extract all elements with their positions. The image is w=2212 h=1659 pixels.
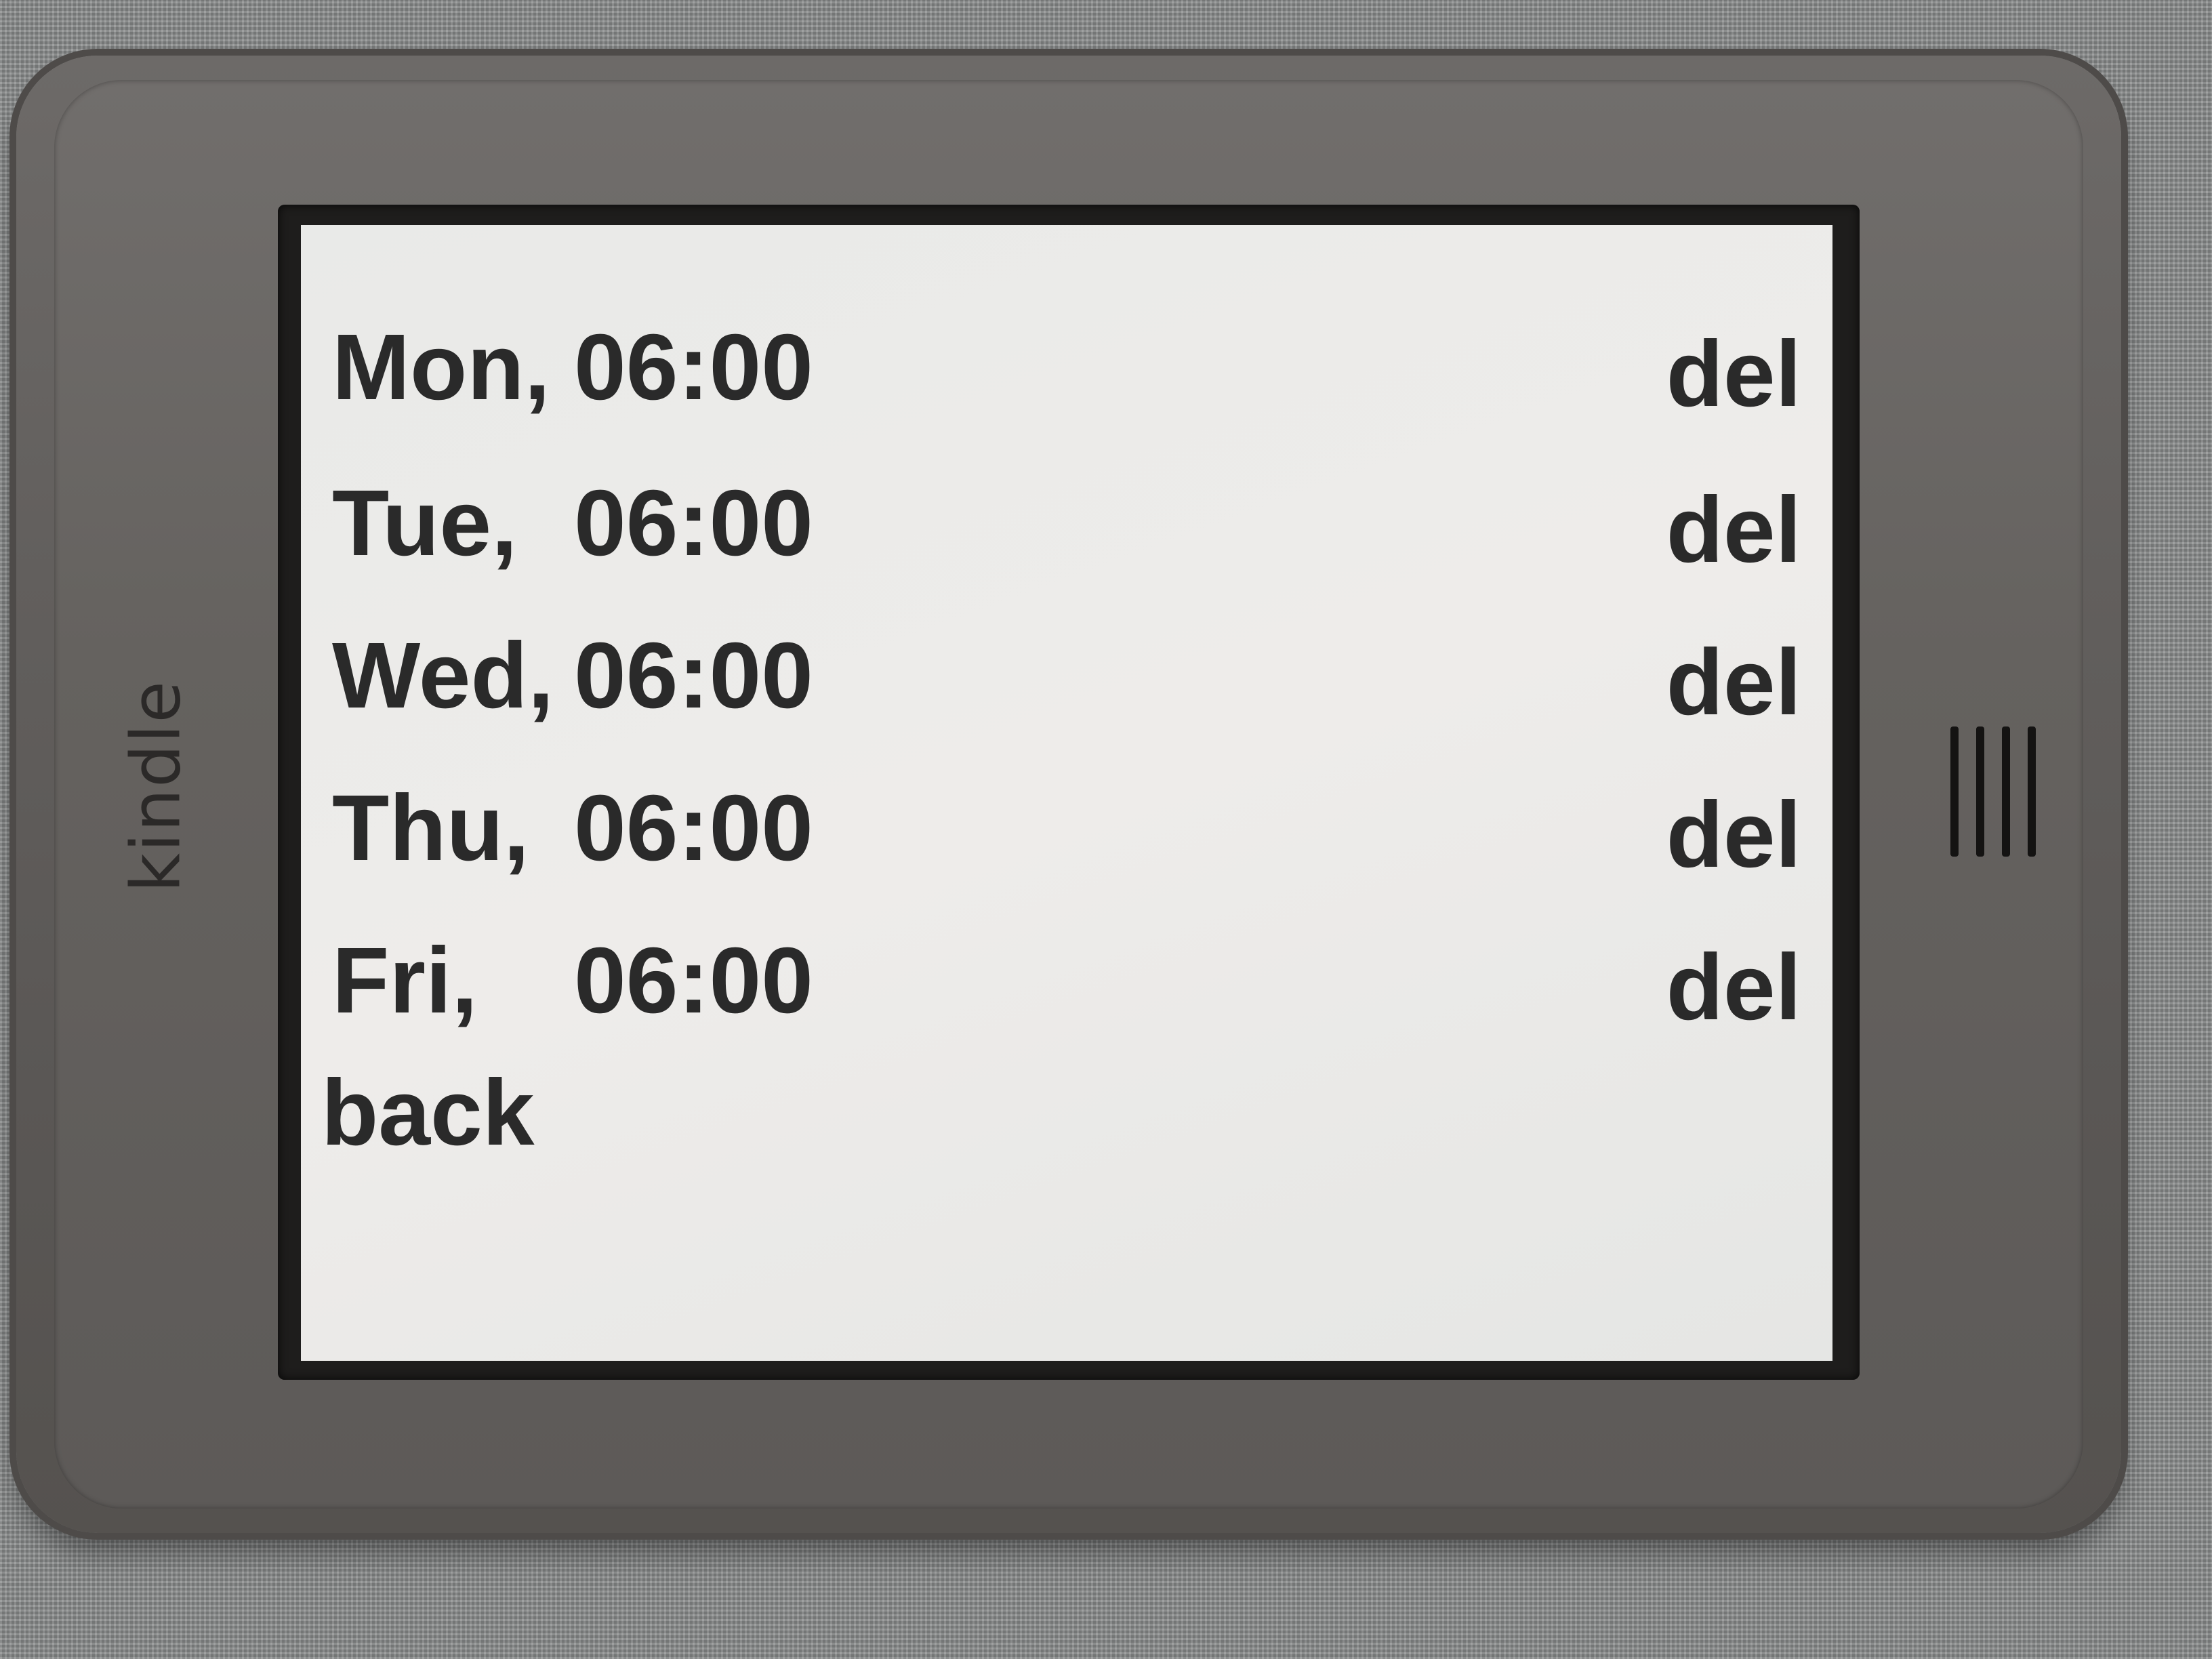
- home-button-line: [2002, 726, 2010, 857]
- alarm-row: Fri, 06:00 del: [301, 920, 1832, 1042]
- kindle-logo: kindle: [116, 680, 196, 893]
- alarm-day: Mon,: [332, 315, 550, 419]
- alarm-time: 06:00: [574, 928, 813, 1033]
- delete-alarm-button[interactable]: del: [1666, 774, 1801, 896]
- alarm-day: Tue,: [332, 471, 518, 575]
- alarm-time: 06:00: [574, 623, 813, 728]
- alarm-row: Mon, 06:00 del: [301, 306, 1832, 428]
- delete-alarm-button[interactable]: del: [1666, 313, 1801, 435]
- delete-alarm-button[interactable]: del: [1666, 926, 1801, 1048]
- home-button-line: [1950, 726, 1959, 857]
- alarm-time: 06:00: [574, 471, 813, 575]
- eink-screen: Mon, 06:00 del Tue, 06:00 del Wed, 06:00…: [301, 225, 1832, 1361]
- delete-alarm-button[interactable]: del: [1666, 621, 1801, 743]
- home-button[interactable]: [1950, 726, 2039, 857]
- alarm-time: 06:00: [574, 315, 813, 419]
- back-button[interactable]: back: [321, 1052, 535, 1174]
- alarm-day: Wed,: [332, 623, 554, 728]
- alarm-time: 06:00: [574, 776, 813, 880]
- alarm-row: Tue, 06:00 del: [301, 462, 1832, 584]
- delete-alarm-button[interactable]: del: [1666, 469, 1801, 591]
- alarm-row: Thu, 06:00 del: [301, 767, 1832, 889]
- home-button-line: [1976, 726, 1984, 857]
- alarm-day: Fri,: [332, 928, 478, 1033]
- home-button-line: [2028, 726, 2036, 857]
- alarm-day: Thu,: [332, 776, 530, 880]
- alarm-row: Wed, 06:00 del: [301, 615, 1832, 737]
